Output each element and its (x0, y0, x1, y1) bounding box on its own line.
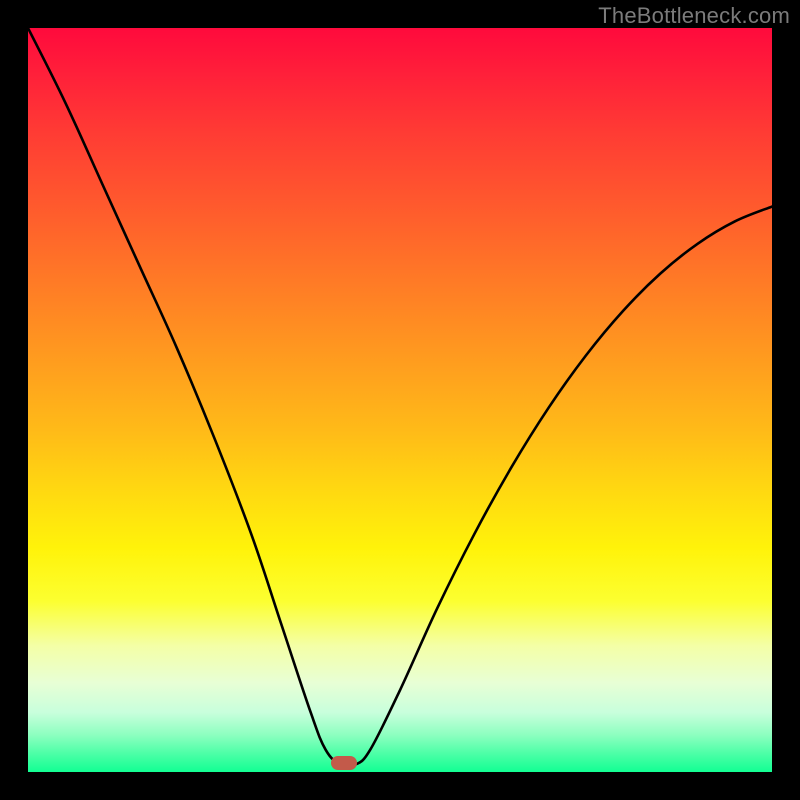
plot-area (28, 28, 772, 772)
curve-layer (28, 28, 772, 772)
chart-frame: TheBottleneck.com (0, 0, 800, 800)
watermark-text: TheBottleneck.com (598, 3, 790, 29)
optimal-marker (331, 756, 357, 770)
bottleneck-curve (28, 28, 772, 767)
